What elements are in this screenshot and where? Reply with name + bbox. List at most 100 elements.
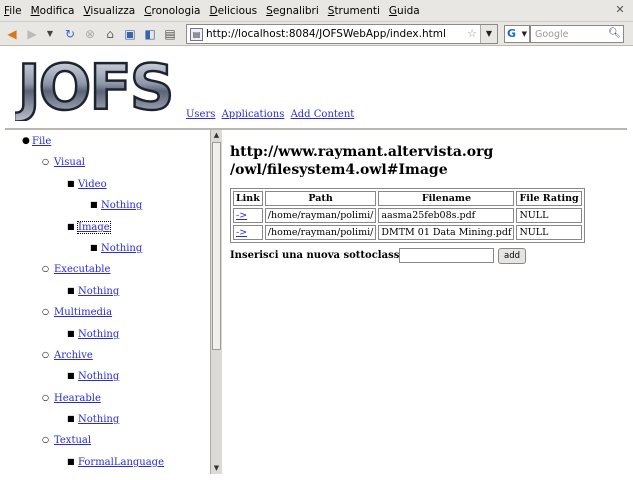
close-icon[interactable]: ✕ — [613, 3, 627, 17]
top-nav-links: Users Applications Add Content — [186, 109, 357, 120]
tree-item-nothing[interactable]: Nothing — [78, 371, 119, 382]
tree-item-formallanguage[interactable]: FormalLanguage — [78, 457, 164, 468]
tree-bullet: ■ — [90, 200, 98, 209]
column-header-link: Link — [233, 191, 263, 206]
tree-item-multimedia[interactable]: Multimedia — [54, 307, 112, 318]
star-icon[interactable]: ☆ — [467, 27, 477, 40]
link-cell: -> — [233, 208, 263, 223]
header-frame: JOFS Users Applications Add Content — [5, 47, 627, 127]
menu-file[interactable]: File — [4, 5, 22, 17]
tree-bullet: ○ — [42, 264, 49, 273]
reload-icon[interactable]: ↻ — [62, 26, 78, 42]
chevron-down-icon: ▼ — [521, 30, 527, 38]
tree-item-file[interactable]: File — [32, 136, 51, 147]
open-file-link[interactable]: -> — [236, 210, 247, 221]
path-cell: /home/rayman/polimi/ — [264, 208, 377, 223]
add-button[interactable]: add — [498, 248, 526, 264]
tree-bullet: ■ — [67, 222, 75, 231]
menu-visualizza[interactable]: Visualizza — [83, 5, 135, 17]
rating-cell: NULL — [516, 225, 582, 240]
tree-item-nothing[interactable]: Nothing — [78, 329, 119, 340]
search-placeholder: Google — [535, 29, 569, 40]
home-icon[interactable]: ⌂ — [102, 26, 118, 42]
bookmark-toolbar-icon[interactable]: ▣ — [122, 26, 138, 42]
table-header-row: Link Path Filename File Rating — [233, 191, 582, 206]
category-tree: ● File ○ Visual ■ Video ■ Nothing ■ Imag… — [5, 130, 210, 474]
subclass-input[interactable] — [399, 248, 494, 263]
tree-bullet: ■ — [67, 371, 75, 380]
menu-modifica[interactable]: Modifica — [31, 5, 75, 17]
scrollbar-thumb[interactable] — [212, 142, 221, 350]
tree-item-image[interactable]: Image — [77, 221, 111, 234]
tree-bullet: ● — [22, 136, 30, 146]
tree-bullet: ○ — [42, 307, 49, 316]
search-engine-selector[interactable]: G ▼ — [504, 25, 530, 43]
files-table: Link Path Filename File Rating -> /home/… — [230, 188, 585, 243]
url-dropdown-icon[interactable]: ▼ — [480, 25, 497, 43]
content-frame: http://www.raymant.altervista.org /owl/f… — [223, 130, 627, 474]
scroll-down-icon[interactable]: ▼ — [211, 463, 222, 474]
search-icon[interactable]: 🔍︎ — [608, 28, 621, 39]
jofs-logo: JOFS — [15, 51, 175, 121]
url-bar[interactable]: ▤ http://localhost:8084/JOFSWebApp/index… — [186, 24, 498, 44]
google-icon: G — [507, 27, 517, 40]
tree-bullet: ○ — [42, 157, 49, 166]
menu-bar: File Modifica Visualizza Cronologia Deli… — [0, 0, 633, 22]
tree-item-nothing[interactable]: Nothing — [101, 200, 142, 211]
menu-delicious[interactable]: Delicious — [210, 5, 258, 17]
rating-cell: NULL — [516, 208, 582, 223]
tree-bullet: ■ — [90, 243, 98, 252]
tree-bullet: ■ — [67, 179, 75, 188]
add-content-link[interactable]: Add Content — [291, 109, 355, 120]
page-title-line2: /owl/filesystem4.owl#Image — [230, 162, 448, 178]
tag-icon[interactable]: ▤ — [162, 26, 178, 42]
delicious-icon[interactable]: ◧ — [142, 26, 158, 42]
tree-bullet: ■ — [67, 329, 75, 338]
column-header-file-rating: File Rating — [516, 191, 582, 206]
menu-segnalibri[interactable]: Segnalibri — [266, 5, 319, 17]
tree-bullet: ○ — [42, 393, 49, 402]
tree-item-hearable[interactable]: Hearable — [54, 393, 101, 404]
page-title: http://www.raymant.altervista.org /owl/f… — [230, 143, 530, 179]
stop-icon[interactable]: ⊗ — [82, 26, 98, 42]
tree-item-nothing[interactable]: Nothing — [78, 414, 119, 425]
history-dropdown-icon[interactable]: ▼ — [42, 26, 58, 42]
subclass-label: Inserisci una nuova sottoclasse: — [230, 250, 410, 261]
path-cell: /home/rayman/polimi/ — [264, 225, 377, 240]
link-cell: -> — [233, 225, 263, 240]
column-header-filename: Filename — [378, 191, 515, 206]
menu-strumenti[interactable]: Strumenti — [328, 5, 380, 17]
tree-item-executable[interactable]: Executable — [54, 264, 110, 275]
applications-link[interactable]: Applications — [222, 109, 285, 120]
filename-cell: aasma25feb08s.pdf — [378, 208, 515, 223]
column-header-path: Path — [264, 191, 377, 206]
search-input[interactable]: Google 🔍︎ — [530, 25, 624, 43]
tree-bullet: ■ — [67, 414, 75, 423]
tree-item-video[interactable]: Video — [78, 179, 107, 190]
url-text[interactable]: http://localhost:8084/JOFSWebApp/index.h… — [206, 28, 446, 40]
tree-item-nothing[interactable]: Nothing — [78, 286, 119, 297]
page-favicon-icon: ▤ — [190, 28, 203, 41]
users-link[interactable]: Users — [186, 109, 215, 120]
tree-item-archive[interactable]: Archive — [54, 350, 93, 361]
tree-scrollbar[interactable]: ▲ ▼ — [210, 130, 222, 474]
filename-cell: DMTM 01 Data Mining.pdf — [378, 225, 515, 240]
menu-guida[interactable]: Guida — [389, 5, 420, 17]
tree-bullet: ■ — [67, 286, 75, 295]
forward-icon[interactable]: ▶ — [24, 26, 40, 42]
navigation-toolbar: ◀ ▶ ▼ ↻ ⊗ ⌂ ▣ ◧ ▤ ▤ http://localhost:808… — [0, 22, 633, 46]
back-icon[interactable]: ◀ — [4, 26, 20, 42]
tree-item-textual[interactable]: Textual — [54, 435, 91, 446]
tree-bullet: ○ — [42, 350, 49, 359]
table-row: -> /home/rayman/polimi/ aasma25feb08s.pd… — [233, 208, 582, 223]
open-file-link[interactable]: -> — [236, 227, 247, 238]
svg-text:JOFS: JOFS — [15, 51, 172, 121]
menu-cronologia[interactable]: Cronologia — [144, 5, 200, 17]
tree-bullet: ○ — [42, 435, 49, 444]
scroll-up-icon[interactable]: ▲ — [211, 130, 222, 141]
tree-item-nothing[interactable]: Nothing — [101, 243, 142, 254]
table-row: -> /home/rayman/polimi/ DMTM 01 Data Min… — [233, 225, 582, 240]
tree-bullet: ■ — [67, 457, 75, 466]
page-title-line1: http://www.raymant.altervista.org — [230, 144, 494, 160]
tree-item-visual[interactable]: Visual — [54, 157, 85, 168]
